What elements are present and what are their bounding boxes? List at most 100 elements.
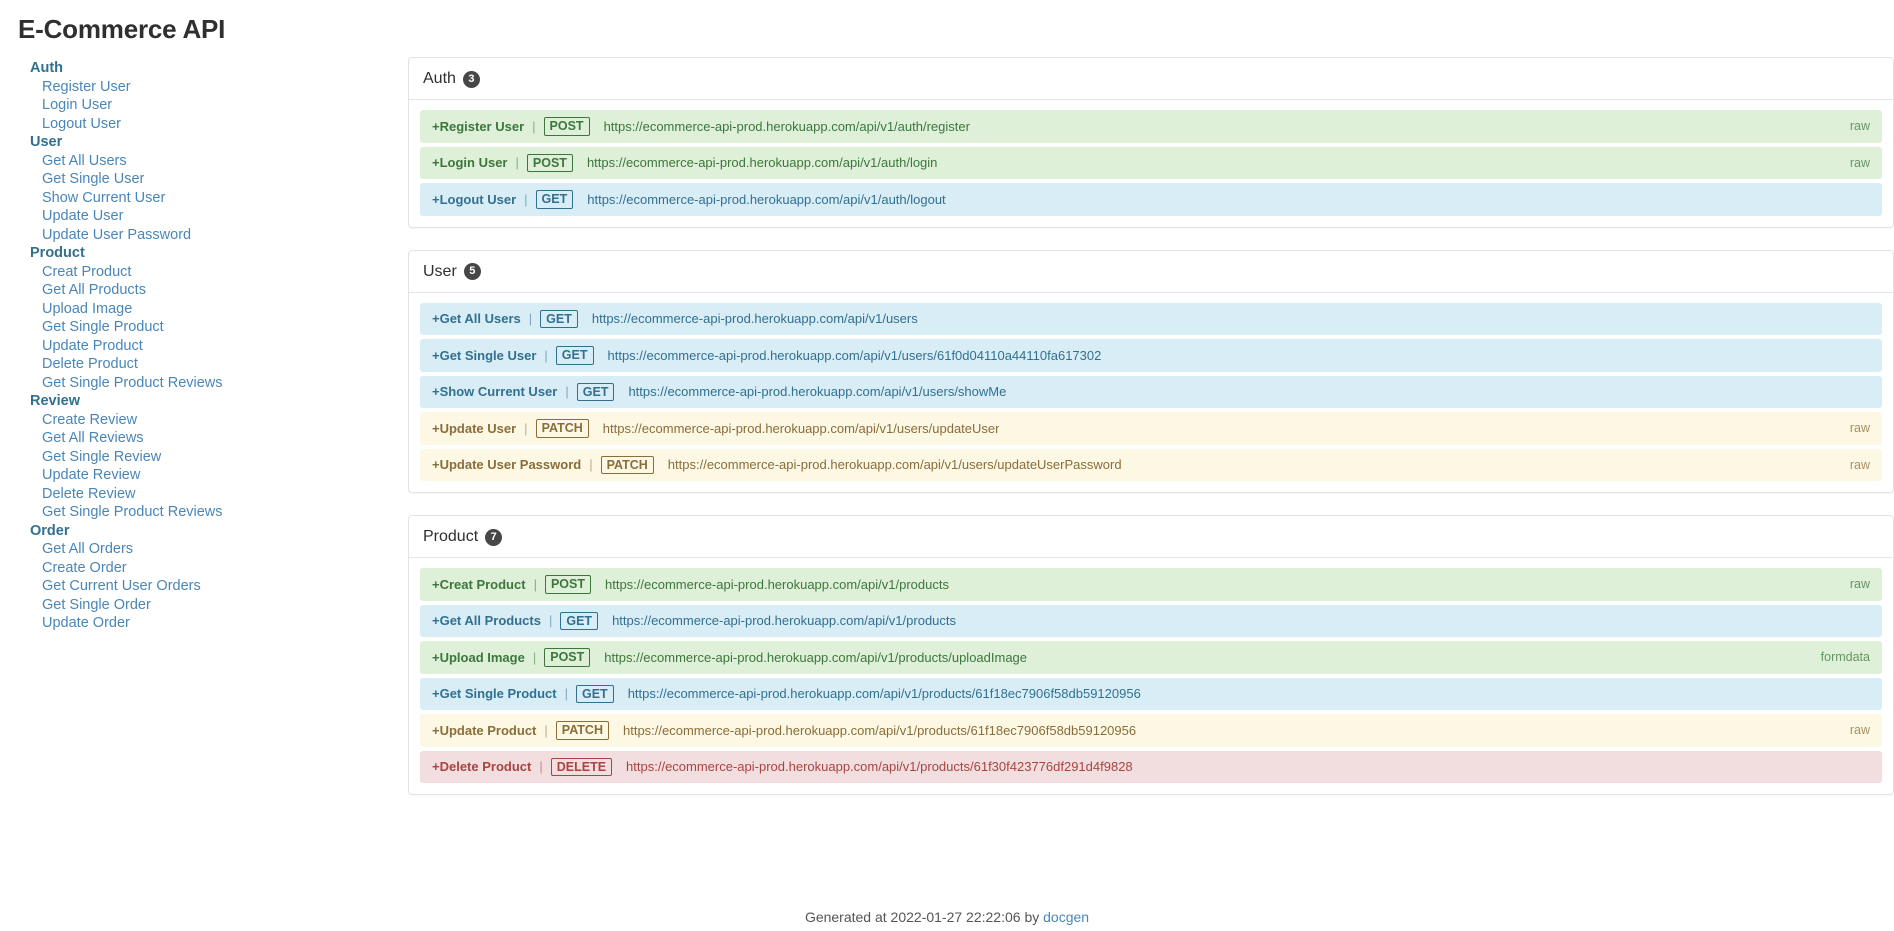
sidebar-group: Order Get All Orders Create Order Get Curre… — [30, 522, 408, 633]
sidebar-item-login-user[interactable]: Login User — [30, 96, 408, 115]
sidebar-item-update-user[interactable]: Update User — [30, 207, 408, 226]
http-method-badge: GET — [555, 346, 594, 365]
sidebar-item-delete-product[interactable]: Delete Product — [30, 355, 408, 374]
sidebar-group-title-product: Product — [30, 245, 85, 261]
http-method-badge: PATCH — [555, 721, 609, 740]
expand-toggle-icon[interactable]: + — [432, 613, 440, 628]
endpoint-separator: | — [544, 722, 548, 738]
expand-toggle-icon[interactable]: + — [432, 577, 440, 592]
request-body-type: raw — [1849, 155, 1870, 170]
expand-toggle-icon[interactable]: + — [432, 650, 440, 665]
endpoint-name: +Creat Product — [432, 577, 526, 592]
section-body: +Get All Users | GET https://ecommerce-api-… — [409, 293, 1893, 493]
endpoint-row[interactable]: +Get Single User | GET https://ecommerce-ap… — [420, 339, 1882, 372]
endpoint-row[interactable]: +Register User | POST https://ecommerce-api… — [420, 110, 1882, 143]
sidebar-item-get-single-product[interactable]: Get Single Product — [30, 318, 408, 337]
endpoint-name: +Logout User — [432, 192, 516, 207]
http-method-badge: PATCH — [535, 419, 589, 438]
http-method-badge: GET — [560, 611, 599, 630]
endpoint-separator: | — [515, 155, 519, 171]
http-method-badge: DELETE — [550, 757, 613, 776]
sidebar-item-get-single-review[interactable]: Get Single Review — [30, 448, 408, 467]
expand-toggle-icon[interactable]: + — [432, 723, 440, 738]
endpoint-name: +Register User — [432, 119, 524, 134]
endpoint-row[interactable]: +Get Single Product | GET https://ecommerce… — [420, 677, 1882, 710]
endpoint-separator: | — [524, 191, 528, 207]
endpoint-count-badge: 5 — [463, 263, 481, 280]
http-method-badge: GET — [576, 684, 614, 703]
footer-text: Generated at 2022-01-27 22:22:06 by — [804, 909, 1040, 925]
endpoint-row[interactable]: +Get All Users | GET https://ecommerce-api-… — [420, 302, 1882, 335]
section-card-user: User 5 +Get All Users | GET https://ecommerce… — [408, 249, 1894, 493]
endpoint-row[interactable]: +Update User | PATCH https://ecommerce-api-… — [420, 412, 1882, 445]
sidebar-item-get-single-order[interactable]: Get Single Order — [30, 596, 408, 615]
sidebar-group: Auth Register User Login User Logout User — [30, 59, 408, 133]
expand-toggle-icon[interactable]: + — [432, 155, 440, 170]
endpoint-url: https://ecommerce-api-prod.herokuapp.com… — [607, 347, 1102, 363]
sidebar-item-upload-image[interactable]: Upload Image — [30, 300, 408, 319]
endpoint-row[interactable]: +Logout User | GET https://ecommerce-api-pr… — [420, 183, 1882, 216]
endpoint-row[interactable]: +Get All Products | GET https://ecommerce-a… — [420, 604, 1882, 637]
request-body-type: raw — [1849, 577, 1870, 592]
expand-toggle-icon[interactable]: + — [432, 759, 440, 774]
sidebar-item-update-order[interactable]: Update Order — [30, 614, 408, 633]
expand-toggle-icon[interactable]: + — [432, 457, 440, 472]
endpoint-url: https://ecommerce-api-prod.herokuapp.com… — [602, 420, 1000, 436]
expand-toggle-icon[interactable]: + — [432, 192, 440, 207]
sidebar-item-update-product[interactable]: Update Product — [30, 337, 408, 356]
sidebar-item-create-review[interactable]: Create Review — [30, 411, 408, 430]
expand-toggle-icon[interactable]: + — [432, 311, 440, 326]
endpoint-row[interactable]: +Update Product | PATCH https://ecommerce-a… — [420, 714, 1882, 747]
endpoint-name: +Login User — [432, 155, 508, 170]
endpoint-separator: | — [532, 649, 537, 665]
expand-toggle-icon[interactable]: + — [432, 686, 440, 701]
endpoint-row[interactable]: +Login User | POST https://ecommerce-api-pr… — [420, 146, 1882, 179]
endpoint-name-label: Creat Product — [439, 576, 526, 592]
endpoint-row[interactable]: +Creat Product | POST https://ecommerce-api… — [420, 568, 1882, 601]
endpoint-url: https://ecommerce-api-prod.herokuapp.com… — [603, 118, 970, 134]
sidebar-item-logout-user[interactable]: Logout User — [30, 115, 408, 134]
endpoint-row[interactable]: +Delete Product | DELETE https://ecommerce-… — [420, 750, 1882, 783]
endpoint-separator: | — [544, 347, 548, 363]
sidebar-item-update-user-password[interactable]: Update User Password — [30, 226, 408, 245]
endpoint-separator: | — [565, 384, 569, 400]
endpoint-name-label: Logout User — [439, 191, 517, 207]
sidebar-item-get-all-reviews[interactable]: Get All Reviews — [30, 429, 408, 448]
endpoint-url: https://ecommerce-api-prod.herokuapp.com… — [627, 686, 1141, 702]
request-body-type: raw — [1849, 119, 1870, 134]
endpoint-url: https://ecommerce-api-prod.herokuapp.com… — [622, 722, 1137, 738]
section-body: +Creat Product | POST https://ecommerce-api… — [409, 558, 1893, 794]
endpoint-url: https://ecommerce-api-prod.herokuapp.com… — [628, 384, 1007, 400]
sidebar-item-create-order[interactable]: Create Order — [30, 559, 408, 578]
sidebar-item-update-review[interactable]: Update Review — [30, 466, 408, 485]
sidebar-group-title-auth: Auth — [30, 60, 64, 76]
sidebar-item-get-all-users[interactable]: Get All Users — [30, 152, 408, 171]
sidebar-item-get-all-orders[interactable]: Get All Orders — [30, 540, 408, 559]
sidebar-item-get-current-user-orders[interactable]: Get Current User Orders — [30, 577, 408, 596]
sidebar-group-title-review: Review — [30, 393, 80, 409]
expand-toggle-icon[interactable]: + — [432, 119, 440, 134]
sidebar-item-show-current-user[interactable]: Show Current User — [30, 189, 408, 208]
sidebar-item-get-single-product-reviews[interactable]: Get Single Product Reviews — [30, 374, 408, 393]
endpoint-name: +Delete Product — [432, 759, 531, 774]
sidebar-item-get-single-user[interactable]: Get Single User — [30, 170, 408, 189]
expand-toggle-icon[interactable]: + — [432, 421, 440, 436]
expand-toggle-icon[interactable]: + — [432, 348, 440, 363]
main-content: Auth 3 +Register User | POST https://ecommerc… — [408, 57, 1894, 817]
sidebar-item-register-user[interactable]: Register User — [30, 78, 408, 97]
endpoint-row[interactable]: +Upload Image | POST https://ecommerce-api-… — [420, 641, 1882, 674]
request-body-type: formdata — [1820, 650, 1870, 665]
endpoint-separator: | — [532, 118, 536, 134]
endpoint-name: +Get Single Product — [432, 686, 557, 701]
expand-toggle-icon[interactable]: + — [432, 384, 440, 399]
sidebar-item-get-single-product-reviews[interactable]: Get Single Product Reviews — [30, 503, 408, 522]
sidebar-item-get-all-products[interactable]: Get All Products — [30, 281, 408, 300]
sidebar-nav: Auth Register User Login User Logout User Us… — [0, 57, 408, 633]
docgen-link[interactable]: docgen — [1043, 909, 1089, 925]
sidebar-item-creat-product[interactable]: Creat Product — [30, 263, 408, 282]
endpoint-row[interactable]: +Show Current User | GET https://ecommerce-… — [420, 375, 1882, 408]
endpoint-name: +Update User Password — [432, 457, 581, 472]
sidebar-item-delete-review[interactable]: Delete Review — [30, 485, 408, 504]
endpoint-row[interactable]: +Update User Password | PATCH https://ecomm… — [420, 448, 1882, 481]
endpoint-name-label: Update Product — [439, 722, 537, 738]
